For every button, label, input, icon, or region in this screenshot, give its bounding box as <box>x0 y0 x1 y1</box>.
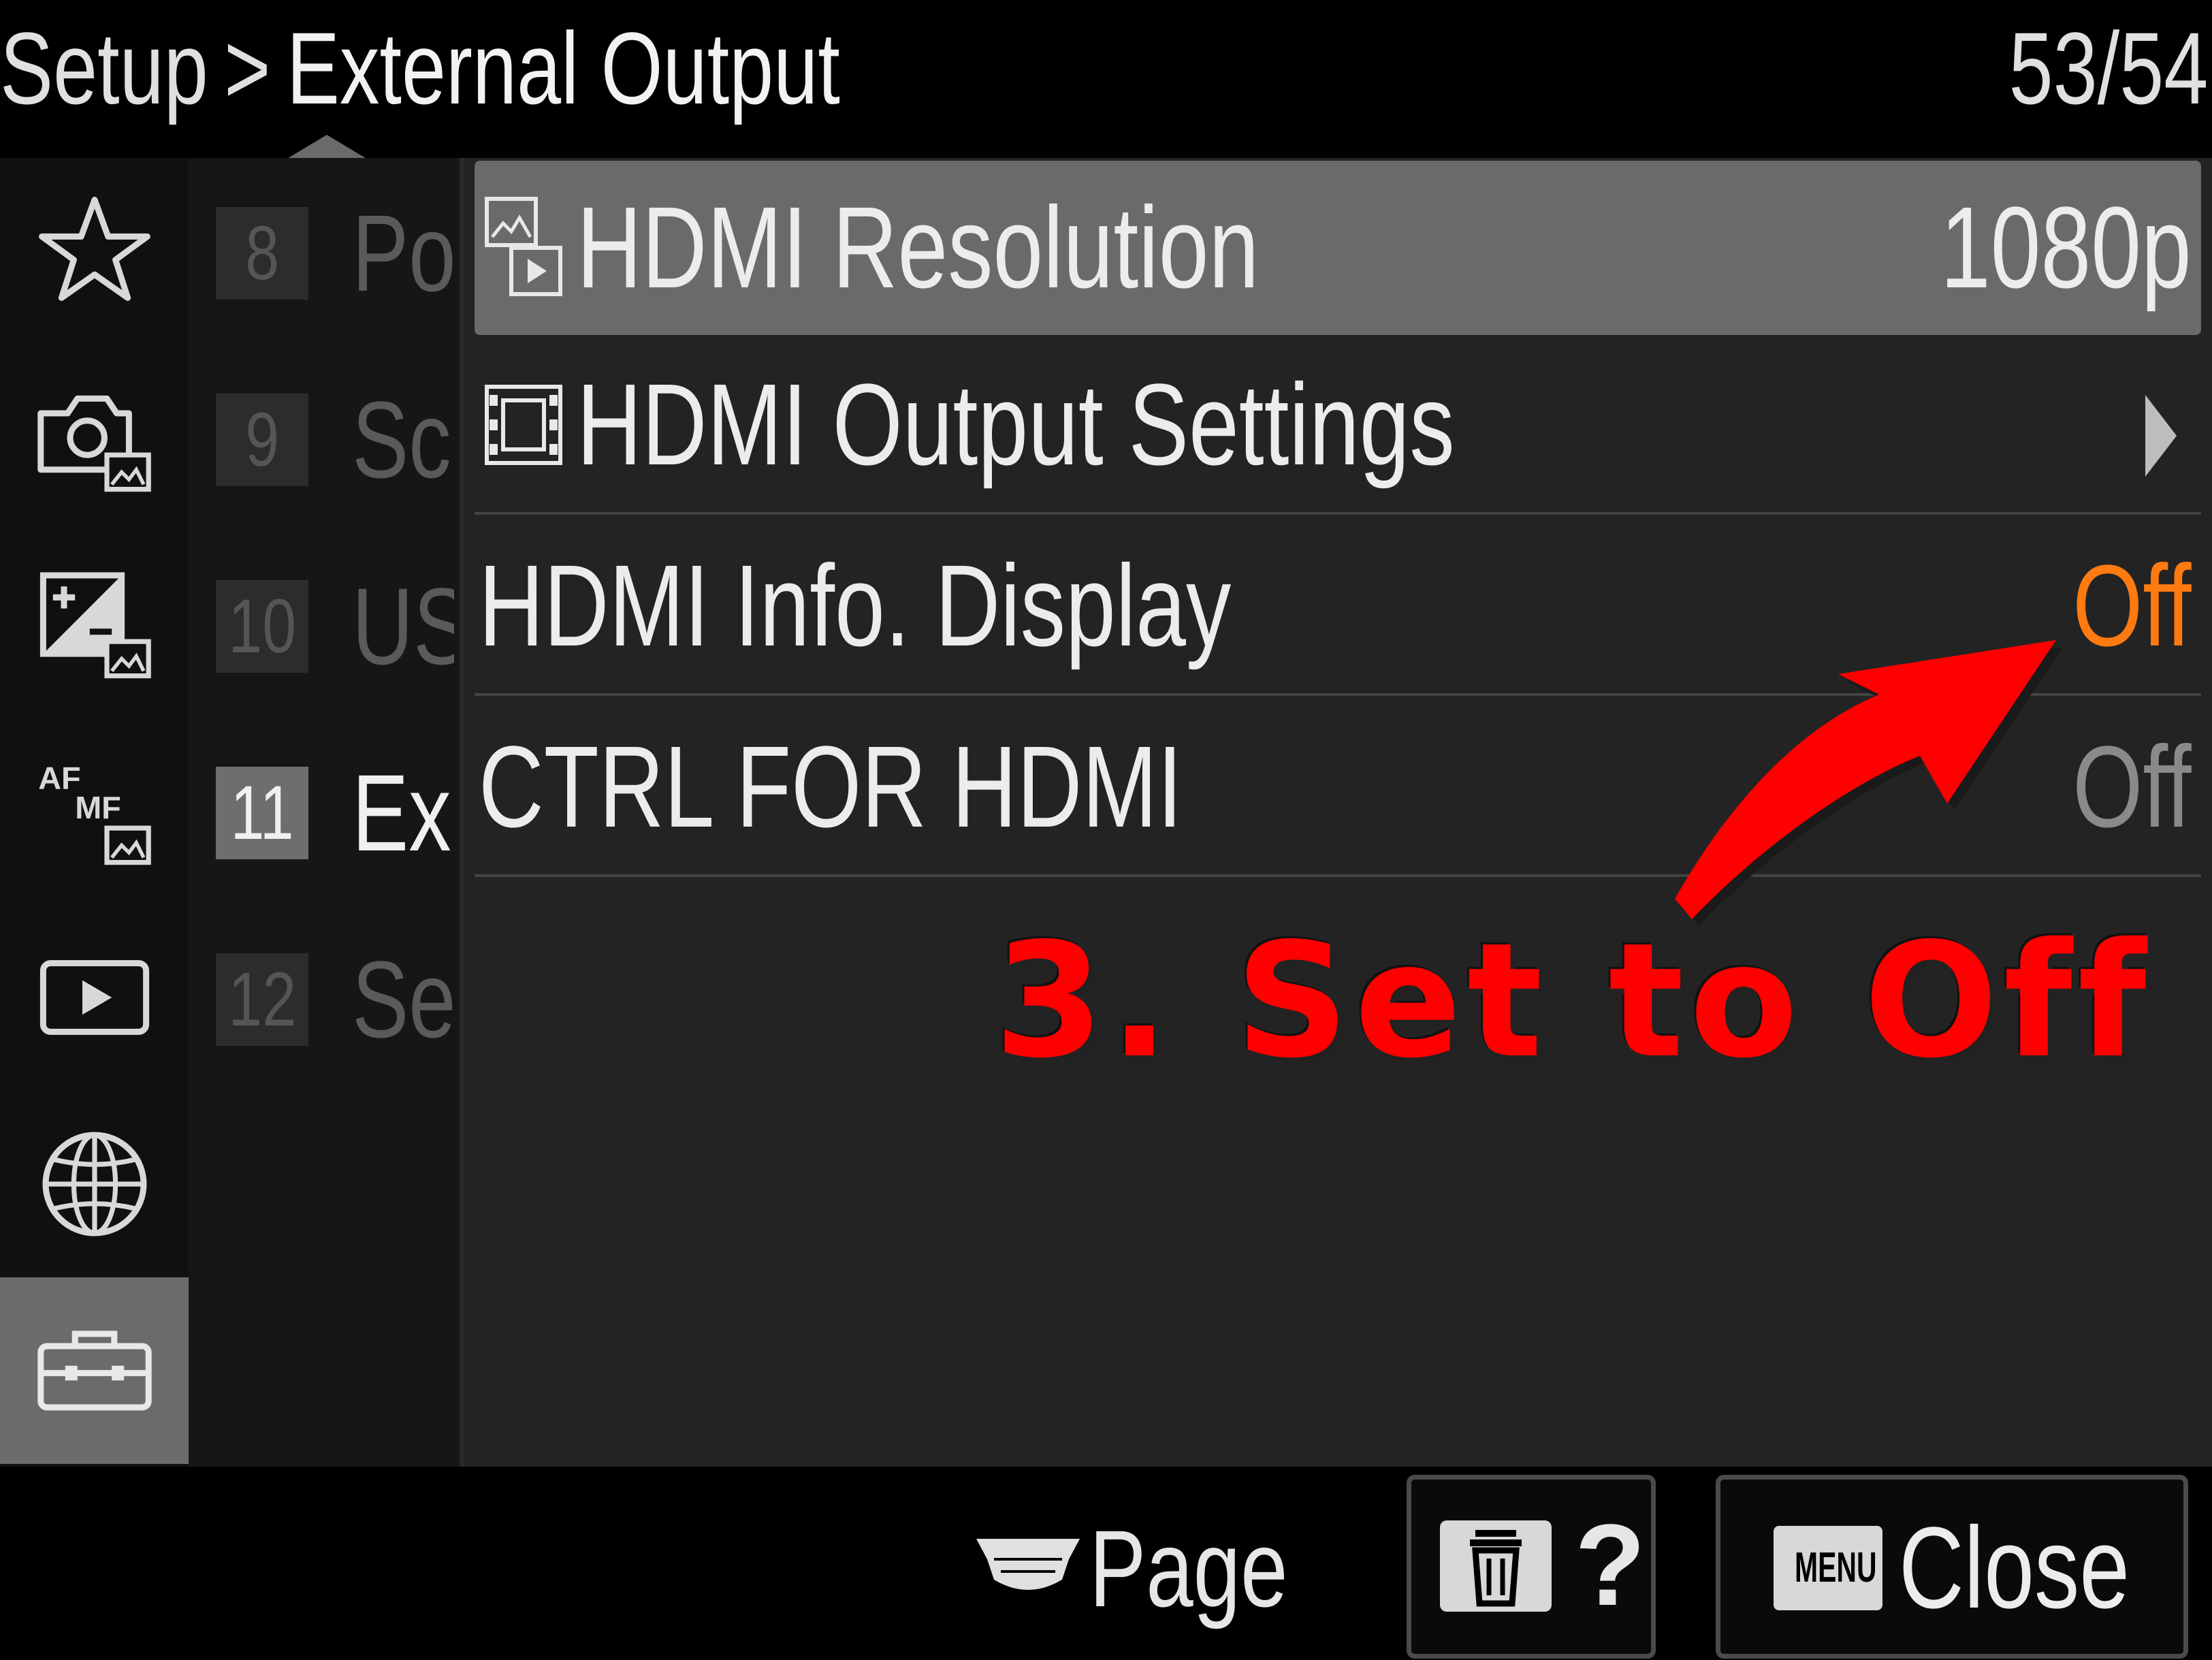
tab-network[interactable] <box>0 1091 189 1277</box>
tab-focus[interactable]: AF MF <box>0 718 189 904</box>
menu-item-label: HDMI Output Settings <box>577 360 1455 490</box>
af-mf-icon: AF MF <box>38 761 151 865</box>
subgroup-label: Po <box>352 192 454 314</box>
breadcrumb: Setup > External Output <box>0 7 1077 129</box>
control-dial-icon <box>976 1539 1080 1590</box>
globe-icon <box>42 1132 146 1236</box>
subgroup-item[interactable]: 8 Po <box>189 158 460 345</box>
film-icon <box>485 385 562 465</box>
header-bar: Setup > External Output 53/54 <box>0 0 2212 163</box>
menu-item-hdmi-output-settings[interactable]: HDMI Output Settings <box>475 338 2201 515</box>
breadcrumb-section[interactable]: Setup <box>0 11 208 125</box>
movie-still-icon <box>485 197 562 296</box>
category-tabs: AF MF <box>0 158 189 1467</box>
annotation-label: 3. Set to Off <box>994 909 2152 1093</box>
tab-setup[interactable] <box>0 1277 189 1464</box>
help-icon: ? <box>1575 1501 1646 1630</box>
subgroup-item[interactable]: 10 US <box>189 531 460 718</box>
subgroup-item[interactable]: 12 Se <box>189 904 460 1091</box>
chevron-right-icon <box>2145 395 2177 477</box>
subgroup-label: Ex <box>352 752 451 874</box>
subgroup-number: 12 <box>216 953 308 1046</box>
subgroup-number: 9 <box>216 394 308 486</box>
subgroup-label: US <box>352 565 454 687</box>
tab-playback[interactable] <box>0 904 189 1091</box>
close-label: Close <box>1899 1503 2130 1633</box>
footer-bar: Page ? MENU Close <box>0 1467 2212 1660</box>
annotation-arrow <box>1675 640 2063 926</box>
subgroup-label: Sc <box>352 379 451 500</box>
subgroup-number: 8 <box>216 207 308 300</box>
menu-item-label: HDMI Info. Display <box>479 541 1232 671</box>
subgroup-number: 11 <box>216 767 308 859</box>
breadcrumb-current: External Output <box>286 11 840 125</box>
svg-text:MF: MF <box>75 790 121 825</box>
playback-icon <box>39 960 149 1035</box>
exposure-icon <box>39 572 151 679</box>
menu-key-icon: MENU <box>1774 1526 1882 1610</box>
subgroup-item-selected[interactable]: 11 Ex <box>189 718 460 904</box>
help-button[interactable]: ? <box>1407 1475 1656 1659</box>
subgroup-label: Se <box>352 938 454 1060</box>
menu-item-hdmi-resolution[interactable]: HDMI Resolution 1080p <box>475 161 2201 335</box>
star-icon <box>38 196 150 301</box>
tab-exposure[interactable] <box>0 531 189 718</box>
subgroup-item[interactable]: 9 Sc <box>189 345 460 531</box>
tab-favorites[interactable] <box>0 158 189 345</box>
close-button[interactable]: MENU Close <box>1716 1475 2188 1659</box>
toolbox-icon <box>37 1330 152 1411</box>
tab-shooting[interactable] <box>0 345 189 531</box>
page-counter: 53/54 <box>2008 11 2208 125</box>
breadcrumb-separator: > <box>224 11 271 125</box>
subgroup-number: 10 <box>216 580 308 673</box>
menu-item-label: HDMI Resolution <box>577 183 1260 313</box>
subgroup-list: 8 Po 9 Sc 10 US 11 Ex 12 Se <box>189 158 464 1467</box>
menu-item-value: 1080p <box>1940 183 2192 313</box>
menu-item-label: CTRL FOR HDMI <box>479 722 1183 852</box>
trash-icon <box>1440 1520 1552 1612</box>
camera-icon <box>37 395 151 492</box>
